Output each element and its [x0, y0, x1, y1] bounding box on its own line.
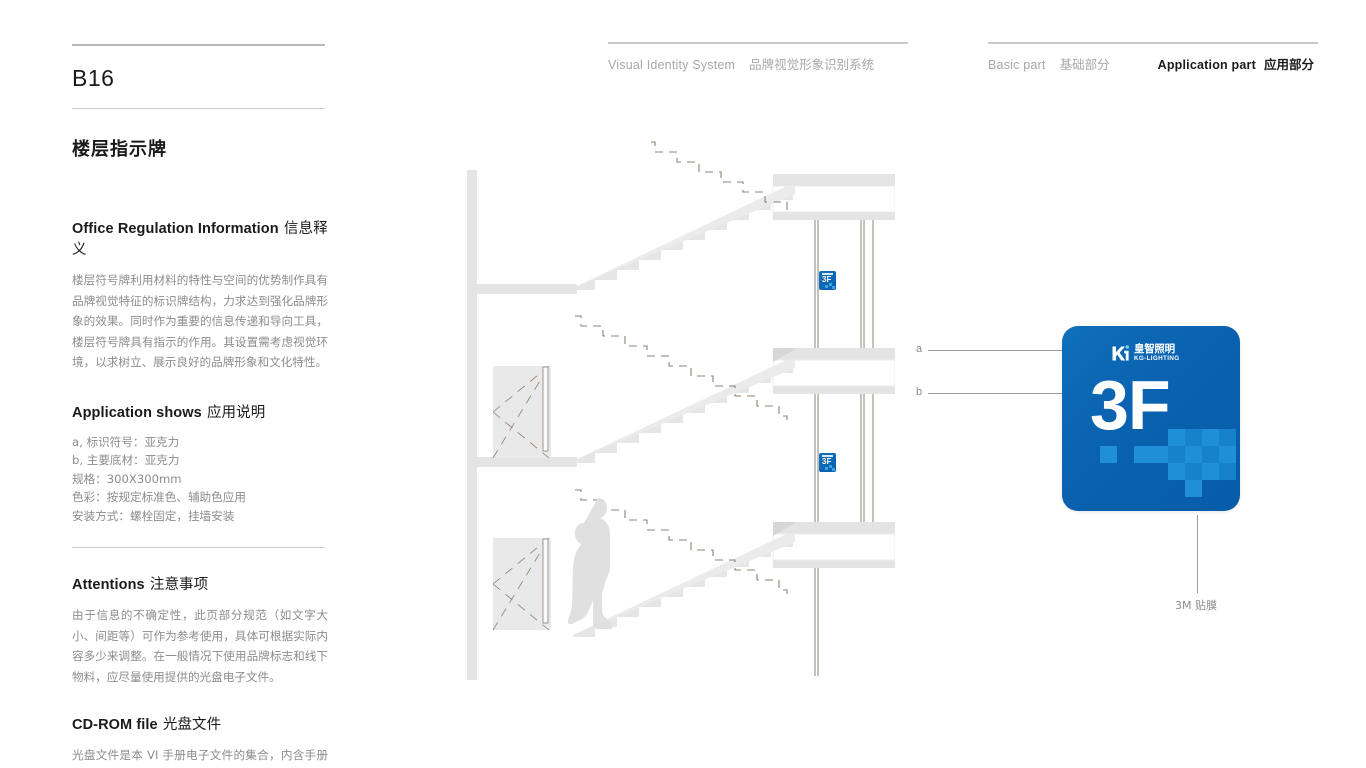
- section1-heading: Office Regulation Information 信息释义: [72, 217, 328, 259]
- section1-body: 楼层符号牌利用材料的特性与空间的优势制作具有品牌视觉特征的标识牌结构，力求达到强…: [72, 273, 328, 369]
- spec-item: a, 标识符号：亚克力: [72, 434, 180, 449]
- page-title: 楼层指示牌: [72, 139, 167, 160]
- callout-label-a: a: [916, 343, 923, 355]
- vi-manual-page: Visual Identity System 品牌视觉形象识别系统 Basic …: [0, 0, 1366, 768]
- section2-heading: Application shows 应用说明: [72, 401, 328, 422]
- header-vis-cn: 品牌视觉形象识别系统: [749, 57, 875, 72]
- section4-heading: CD-ROM file 光盘文件: [72, 713, 328, 734]
- callout-leader-film: [1197, 515, 1198, 593]
- section3-body: 由于信息的不确定性，此页部分规范（如文字大小、间距等）可作为参考使用，具体可根据…: [72, 608, 328, 684]
- page-code: B16: [72, 65, 115, 91]
- section3-heading-en: Attentions: [72, 577, 145, 593]
- person-silhouette: [567, 498, 614, 629]
- mini-sign-pattern: [825, 283, 835, 289]
- section-office-regulation: Office Regulation Information 信息释义 楼层符号牌…: [72, 217, 328, 373]
- section2-heading-en: Application shows: [72, 404, 202, 421]
- callout-label-film: 3M 贴膜: [1175, 599, 1217, 612]
- section-attentions: Attentions 注意事项 由于信息的不确定性，此页部分规范（如文字大小、间…: [72, 573, 328, 687]
- spec-item: 安装方式：螺栓固定，挂墙安装: [72, 508, 235, 523]
- kg-logo-icon: [1111, 344, 1130, 363]
- logo-english-name: KG-LIGHTING: [1134, 355, 1180, 363]
- mini-sign-pattern: [825, 465, 835, 471]
- section-application-shows: Application shows 应用说明 a, 标识符号：亚克力 b, 主要…: [72, 401, 328, 526]
- header-rule-right: [988, 42, 1318, 44]
- header-visual-identity: Visual Identity System 品牌视觉形象识别系统: [608, 42, 908, 73]
- left-text-column: B16 楼层指示牌 Office Regulation Information …: [72, 44, 328, 768]
- sign-floor-number: 3F: [1090, 366, 1171, 444]
- section2-heading-cn: 应用说明: [206, 404, 266, 421]
- logo-wordmark: 皇智照明 KG-LIGHTING: [1134, 344, 1179, 362]
- illus-structure: [467, 141, 896, 680]
- header-rule-left: [608, 42, 908, 44]
- brand-logo: 皇智照明 KG-LIGHTING: [1111, 344, 1179, 363]
- callout-leader-b: [928, 393, 1066, 394]
- spec-item: 规格：300X300mm: [72, 471, 182, 486]
- section-divider: [72, 547, 325, 548]
- callout-label-b: b: [916, 386, 923, 398]
- section3-heading: Attentions 注意事项: [72, 573, 328, 594]
- section3-heading-cn: 注意事项: [149, 577, 209, 593]
- callout-leader-a: [928, 350, 1068, 351]
- section-cdrom-file: CD-ROM file 光盘文件 光盘文件是本 VI 手册电子文件的集合，内含手…: [72, 713, 328, 768]
- stairwell-section-svg: [467, 141, 896, 680]
- header-application-en[interactable]: Application part: [1158, 58, 1256, 72]
- floor-sign-mockup: 皇智照明 KG-LIGHTING 3F: [1062, 326, 1240, 511]
- section4-heading-en: CD-ROM file: [72, 717, 158, 733]
- mini-floor-sign: 3F: [819, 271, 836, 290]
- section4-heading-cn: 光盘文件: [162, 717, 222, 733]
- header-part-nav: Basic part 基础部分 Application part 应用部分: [988, 42, 1318, 73]
- header-basic-cn[interactable]: 基础部分: [1060, 54, 1110, 73]
- header-application-cn[interactable]: 应用部分: [1264, 54, 1314, 73]
- section1-heading-en: Office Regulation Information: [72, 221, 279, 237]
- header-basic-en[interactable]: Basic part: [988, 58, 1046, 72]
- spec-item: b, 主要底材：亚克力: [72, 453, 180, 467]
- header-vis-en: Visual Identity System: [608, 58, 736, 72]
- mini-floor-sign: 3F: [819, 453, 836, 472]
- section4-body: 光盘文件是本 VI 手册电子文件的集合，内含手册制作时的专用软件格式文件。其中 …: [72, 748, 328, 762]
- building-section-illustration: [455, 120, 896, 680]
- logo-chinese-name: 皇智照明: [1134, 343, 1175, 356]
- spec-item: 色彩：按规定标准色、辅助色应用: [72, 490, 246, 504]
